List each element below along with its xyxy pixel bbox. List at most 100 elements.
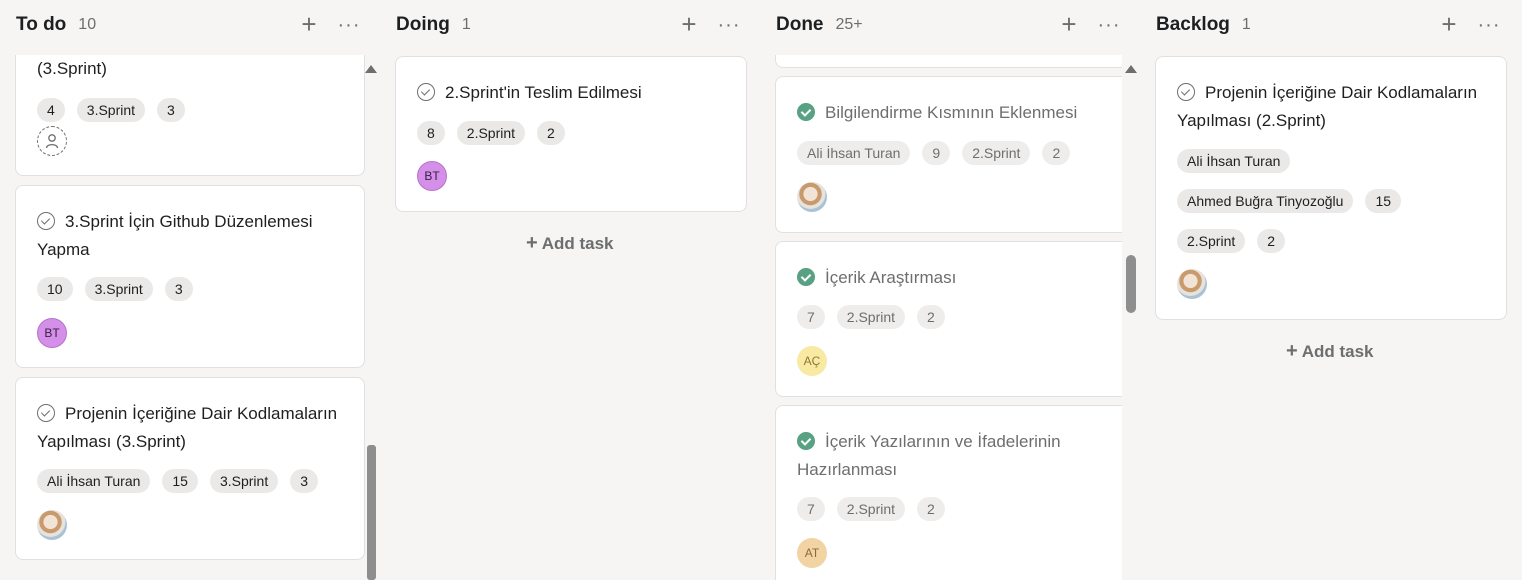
task-title: İçerik Yazılarının ve İfadelerinin Hazır… — [797, 432, 1061, 479]
tag-list: 7 2.Sprint 2 — [797, 305, 945, 329]
column-doing: Doing 1 + ··· 2.Sprint'in Teslim Edilmes… — [380, 0, 760, 580]
task-title-row: İçerik Araştırması — [797, 264, 1122, 292]
column-title: Doing — [396, 14, 450, 35]
task-title: Projenin İçeriğine Dair Kodlamaların Yap… — [37, 404, 338, 451]
task-card[interactable]: İçerik Yazılarının ve İfadelerinin Hazır… — [775, 405, 1122, 580]
tag: 2 — [537, 121, 565, 145]
column-count: 10 — [78, 16, 97, 33]
column-header: To do 10 + ··· — [0, 0, 380, 50]
tag: 2 — [1042, 141, 1071, 165]
tag: 2.Sprint — [836, 497, 906, 521]
tag-list: 2.Sprint 2 — [1177, 229, 1286, 253]
tag: 2.Sprint — [1177, 229, 1246, 253]
task-card[interactable]: 3.Sprint İçin Github Düzenlemesi Yapma 1… — [15, 185, 365, 368]
tag: 4 — [37, 98, 65, 122]
assignee-avatar[interactable]: BT — [37, 318, 67, 348]
more-options-icon[interactable]: ··· — [1097, 13, 1121, 37]
task-card[interactable]: Projenin İçeriğine Dair Kodlamaların Yap… — [15, 377, 365, 560]
unassigned-user-icon[interactable] — [37, 126, 67, 156]
column-count: 25+ — [835, 16, 863, 33]
task-card[interactable] — [775, 55, 1122, 68]
tag-list: Ali İhsan Turan 15 3.Sprint 3 — [37, 469, 319, 493]
task-title: Projenin İçeriğine Dair Kodlamaların Yap… — [1177, 83, 1478, 130]
scrollbar-thumb[interactable] — [1126, 255, 1136, 313]
column-count: 1 — [461, 16, 471, 33]
task-title: 2.Sprint'in Teslim Edilmesi — [445, 83, 642, 102]
check-circle-icon[interactable] — [797, 268, 815, 286]
add-task-plus-icon[interactable]: + — [297, 11, 321, 37]
check-circle-icon[interactable] — [797, 103, 815, 121]
column-title: Done — [776, 14, 824, 35]
tag: 7 — [797, 305, 825, 329]
tag: 3.Sprint — [76, 98, 146, 122]
tag: 7 — [797, 497, 825, 521]
tag: 2 — [917, 497, 945, 521]
tag: Ali İhsan Turan — [1177, 149, 1291, 173]
tag: 3 — [157, 98, 185, 122]
add-task-button[interactable]: + Add task — [526, 232, 613, 255]
assignee-avatar-photo[interactable] — [37, 510, 67, 540]
column-scroll-area[interactable]: (3.Sprint) 4 3.Sprint 3 3.Sprint İçin Gi… — [0, 55, 380, 580]
tag: 3.Sprint — [84, 277, 153, 301]
task-card[interactable]: 2.Sprint'in Teslim Edilmesi 8 2.Sprint 2… — [395, 56, 747, 212]
task-card[interactable]: (3.Sprint) 4 3.Sprint 3 — [15, 55, 365, 176]
more-options-icon[interactable]: ··· — [717, 13, 741, 37]
task-card[interactable]: Bilgilendirme Kısmının Eklenmesi Ali İhs… — [775, 76, 1122, 233]
tag-list: 10 3.Sprint 3 — [37, 277, 193, 301]
tag: 9 — [922, 141, 951, 165]
task-title-row: 3.Sprint İçin Github Düzenlemesi Yapma — [37, 208, 350, 264]
tag-list: 8 2.Sprint 2 — [417, 121, 565, 145]
column-backlog: Backlog 1 + ··· Projenin İçeriğine Dair … — [1140, 0, 1522, 580]
task-title: Bilgilendirme Kısmının Eklenmesi — [825, 103, 1078, 122]
tag: 10 — [37, 277, 73, 301]
task-title-row: Bilgilendirme Kısmının Eklenmesi — [797, 99, 1122, 127]
column-scroll-area[interactable]: Bilgilendirme Kısmının Eklenmesi Ali İhs… — [760, 55, 1122, 580]
more-options-icon[interactable]: ··· — [1477, 13, 1501, 37]
tag: 15 — [1365, 189, 1402, 213]
scroll-up-arrow-icon[interactable] — [365, 65, 377, 73]
check-circle-icon[interactable] — [1177, 83, 1195, 101]
scroll-up-arrow-icon[interactable] — [1125, 65, 1137, 73]
tag: 2 — [917, 305, 945, 329]
column-header: Done 25+ + ··· — [760, 0, 1140, 50]
scrollbar-thumb[interactable] — [367, 445, 376, 580]
tag: 2.Sprint — [456, 121, 526, 145]
column-title: Backlog — [1156, 14, 1230, 35]
tag: Ali İhsan Turan — [37, 469, 151, 493]
add-task-plus-icon[interactable]: + — [1437, 11, 1461, 37]
column-done: Done 25+ + ··· Bilgilendirme Kısmının Ek… — [760, 0, 1140, 580]
check-circle-icon[interactable] — [37, 404, 55, 422]
tag: Ahmed Buğra Tinyozoğlu — [1177, 189, 1354, 213]
column-title: To do — [16, 14, 67, 35]
task-title: İçerik Araştırması — [825, 268, 957, 287]
plus-icon: + — [526, 232, 538, 254]
column-header: Backlog 1 + ··· — [1140, 0, 1522, 50]
column-count: 1 — [1241, 16, 1251, 33]
assignee-avatar[interactable]: BT — [417, 161, 447, 191]
check-circle-icon[interactable] — [797, 432, 815, 450]
add-task-label: Add task — [541, 234, 614, 253]
add-task-plus-icon[interactable]: + — [1057, 11, 1081, 37]
tag: 3.Sprint — [209, 469, 279, 493]
add-task-plus-icon[interactable]: + — [677, 11, 701, 37]
task-title: 3.Sprint İçin Github Düzenlemesi Yapma — [37, 212, 313, 259]
tag: 15 — [162, 469, 198, 493]
tag-list: Ali İhsan Turan — [1177, 149, 1291, 173]
task-card[interactable]: İçerik Araştırması 7 2.Sprint 2 AÇ — [775, 241, 1122, 397]
assignee-avatar[interactable]: AÇ — [797, 346, 827, 376]
check-circle-icon[interactable] — [37, 212, 55, 230]
task-title: (3.Sprint) — [37, 59, 107, 78]
assignee-avatar-photo[interactable] — [1177, 269, 1207, 299]
task-title-row: Projenin İçeriğine Dair Kodlamaların Yap… — [1177, 79, 1492, 135]
assignee-avatar-photo[interactable] — [797, 182, 827, 212]
add-task-button[interactable]: + Add task — [1286, 340, 1373, 363]
tag: 3 — [164, 277, 193, 301]
tag-list: Ahmed Buğra Tinyozoğlu 15 — [1177, 189, 1402, 213]
task-card[interactable]: Projenin İçeriğine Dair Kodlamaların Yap… — [1155, 56, 1507, 320]
task-title-row: Projenin İçeriğine Dair Kodlamaların Yap… — [37, 400, 350, 456]
assignee-avatar[interactable]: AT — [797, 538, 827, 568]
tag: Ali İhsan Turan — [797, 141, 911, 165]
more-options-icon[interactable]: ··· — [337, 13, 361, 37]
column-header: Doing 1 + ··· — [380, 0, 760, 50]
check-circle-icon[interactable] — [417, 83, 435, 101]
